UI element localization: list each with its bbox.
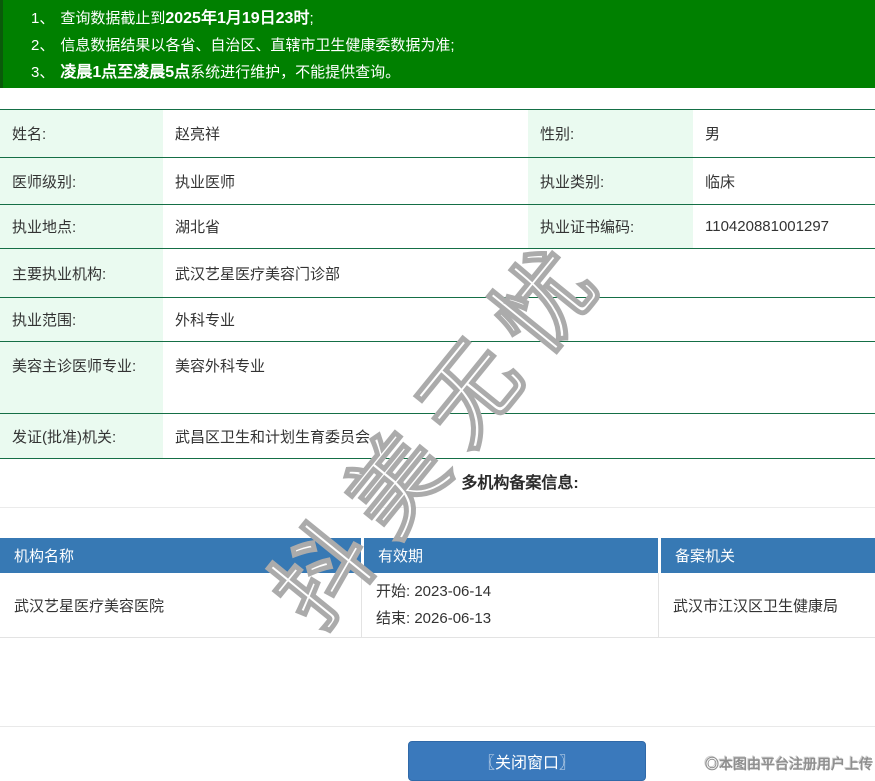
field-value-practice-category: 临床	[693, 157, 875, 205]
field-label-name: 姓名:	[0, 109, 163, 158]
doctor-info-table: 姓名: 赵亮祥 性别: 男 医师级别: 执业医师 执业类别: 临床 执业地点: …	[0, 109, 875, 459]
field-value-gender: 男	[693, 109, 875, 158]
table-row: 执业范围: 外科专业	[0, 297, 875, 342]
filing-table: 机构名称 有效期 备案机关 武汉艺星医疗美容医院 开始: 2023-06-14 …	[0, 538, 875, 638]
field-label-doctor-level: 医师级别:	[0, 157, 163, 205]
upload-attribution-note: ◎本图由平台注册用户上传	[705, 756, 873, 772]
filing-header-row: 机构名称 有效期 备案机关	[0, 538, 875, 573]
notice-text-bold: 2025年1月19日23时	[165, 10, 310, 27]
field-label-main-institution: 主要执业机构:	[0, 248, 163, 298]
footer: 〖关闭窗口〗 ◎本图由平台注册用户上传	[0, 726, 875, 781]
multi-institution-section-title: 多机构备案信息:	[0, 459, 875, 508]
notice-text: 系统进行维护，不能提供查询。	[190, 64, 401, 81]
notice-line-2: 2、 信息数据结果以各省、自治区、直辖市卫生健康委数据为准;	[31, 32, 865, 59]
notice-text: 信息数据结果以各省、自治区、直辖市卫生健康委数据为准;	[60, 37, 455, 54]
notice-text: 查询数据截止到	[60, 10, 166, 27]
cell-filing-authority: 武汉市江汉区卫生健康局	[658, 573, 875, 638]
field-value-practice-scope: 外科专业	[163, 297, 875, 342]
notice-line-1: 1、 查询数据截止到2025年1月19日23时;	[31, 5, 865, 32]
cell-validity-period: 开始: 2023-06-14 结束: 2026-06-13	[361, 573, 658, 638]
field-label-practice-location: 执业地点:	[0, 204, 163, 249]
table-row: 医师级别: 执业医师 执业类别: 临床	[0, 157, 875, 205]
notice-number: 3、	[31, 64, 55, 81]
field-label-cosmetic-specialty: 美容主诊医师专业:	[0, 341, 163, 414]
table-row: 姓名: 赵亮祥 性别: 男	[0, 109, 875, 158]
notice-text: ;	[309, 10, 314, 27]
field-value-name: 赵亮祥	[163, 109, 528, 158]
field-label-practice-category: 执业类别:	[528, 157, 693, 205]
table-row: 主要执业机构: 武汉艺星医疗美容门诊部	[0, 248, 875, 298]
cell-institution-name: 武汉艺星医疗美容医院	[0, 573, 361, 638]
table-row: 美容主诊医师专业: 美容外科专业	[0, 341, 875, 414]
notice-banner: 1、 查询数据截止到2025年1月19日23时; 2、 信息数据结果以各省、自治区、…	[0, 0, 875, 88]
validity-end: 结束: 2026-06-13	[376, 610, 492, 627]
filing-data-row: 武汉艺星医疗美容医院 开始: 2023-06-14 结束: 2026-06-13…	[0, 573, 875, 638]
field-label-issuing-authority: 发证(批准)机关:	[0, 413, 163, 459]
validity-start: 开始: 2023-06-14	[376, 583, 492, 600]
field-value-issuing-authority: 武昌区卫生和计划生育委员会	[163, 413, 875, 459]
field-value-main-institution: 武汉艺星医疗美容门诊部	[163, 248, 875, 298]
field-label-gender: 性别:	[528, 109, 693, 158]
field-value-cosmetic-specialty: 美容外科专业	[163, 341, 875, 414]
column-header-filing-authority: 备案机关	[658, 538, 875, 573]
close-window-button[interactable]: 〖关闭窗口〗	[408, 741, 646, 781]
field-label-license-number: 执业证书编码:	[528, 204, 693, 249]
column-header-institution-name: 机构名称	[0, 538, 361, 573]
notice-text-bold: 凌晨1点至凌晨5点	[60, 64, 191, 81]
notice-number: 2、	[31, 37, 55, 54]
notice-line-3: 3、 凌晨1点至凌晨5点系统进行维护，不能提供查询。	[31, 59, 865, 86]
field-value-license-number: 110420881001297	[693, 204, 875, 249]
field-label-practice-scope: 执业范围:	[0, 297, 163, 342]
field-value-practice-location: 湖北省	[163, 204, 528, 249]
table-row: 发证(批准)机关: 武昌区卫生和计划生育委员会	[0, 413, 875, 459]
column-header-validity-period: 有效期	[361, 538, 658, 573]
table-row: 执业地点: 湖北省 执业证书编码: 110420881001297	[0, 204, 875, 249]
notice-number: 1、	[31, 10, 55, 27]
field-value-doctor-level: 执业医师	[163, 157, 528, 205]
